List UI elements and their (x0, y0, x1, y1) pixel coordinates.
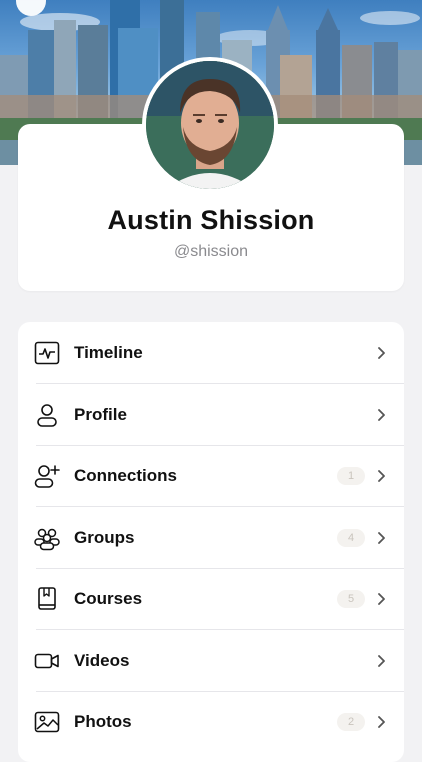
pulse-icon (34, 341, 60, 365)
chevron-right-icon (378, 531, 385, 544)
chevron-right-icon (378, 470, 385, 482)
menu-item-timeline[interactable]: Timeline (18, 322, 404, 384)
chevron-right-icon (378, 716, 385, 728)
menu-item-videos[interactable]: Videos (18, 630, 404, 692)
menu-list: Timeline Profile Connections 1 Groups 4 … (18, 322, 404, 762)
count-badge: 1 (337, 467, 365, 485)
count-badge: 5 (337, 590, 365, 608)
user-plus-icon (34, 465, 60, 488)
profile-handle: @shission (173, 243, 249, 260)
chevron-right-icon (378, 593, 385, 605)
menu-item-groups[interactable]: Groups 4 (18, 507, 404, 569)
menu-item-label: Timeline (74, 343, 143, 362)
menu-item-label: Videos (74, 650, 130, 670)
menu-item-label: Photos (74, 712, 132, 731)
book-icon (38, 587, 56, 610)
photo-icon (34, 711, 60, 733)
menu-item-label: Courses (74, 589, 143, 608)
user-icon (37, 403, 57, 427)
video-icon (34, 653, 59, 668)
menu-item-label: Groups (74, 527, 135, 547)
menu-item-label: Profile (74, 404, 127, 424)
chevron-right-icon (378, 347, 385, 359)
menu-item-connections[interactable]: Connections 1 (18, 445, 404, 507)
menu-item-label: Connections (74, 466, 177, 485)
menu-item-profile[interactable]: Profile (18, 384, 404, 446)
avatar[interactable] (142, 57, 278, 193)
menu-item-courses[interactable]: Courses 5 (18, 568, 404, 630)
chevron-right-icon (378, 408, 385, 421)
chevron-right-icon (378, 654, 385, 667)
avatar-photo (146, 61, 274, 189)
count-badge: 4 (337, 528, 365, 547)
count-badge: 2 (337, 713, 365, 731)
users-icon (34, 528, 60, 550)
profile-name: Austin Shission (107, 205, 315, 235)
menu-item-photos[interactable]: Photos 2 (18, 691, 404, 753)
